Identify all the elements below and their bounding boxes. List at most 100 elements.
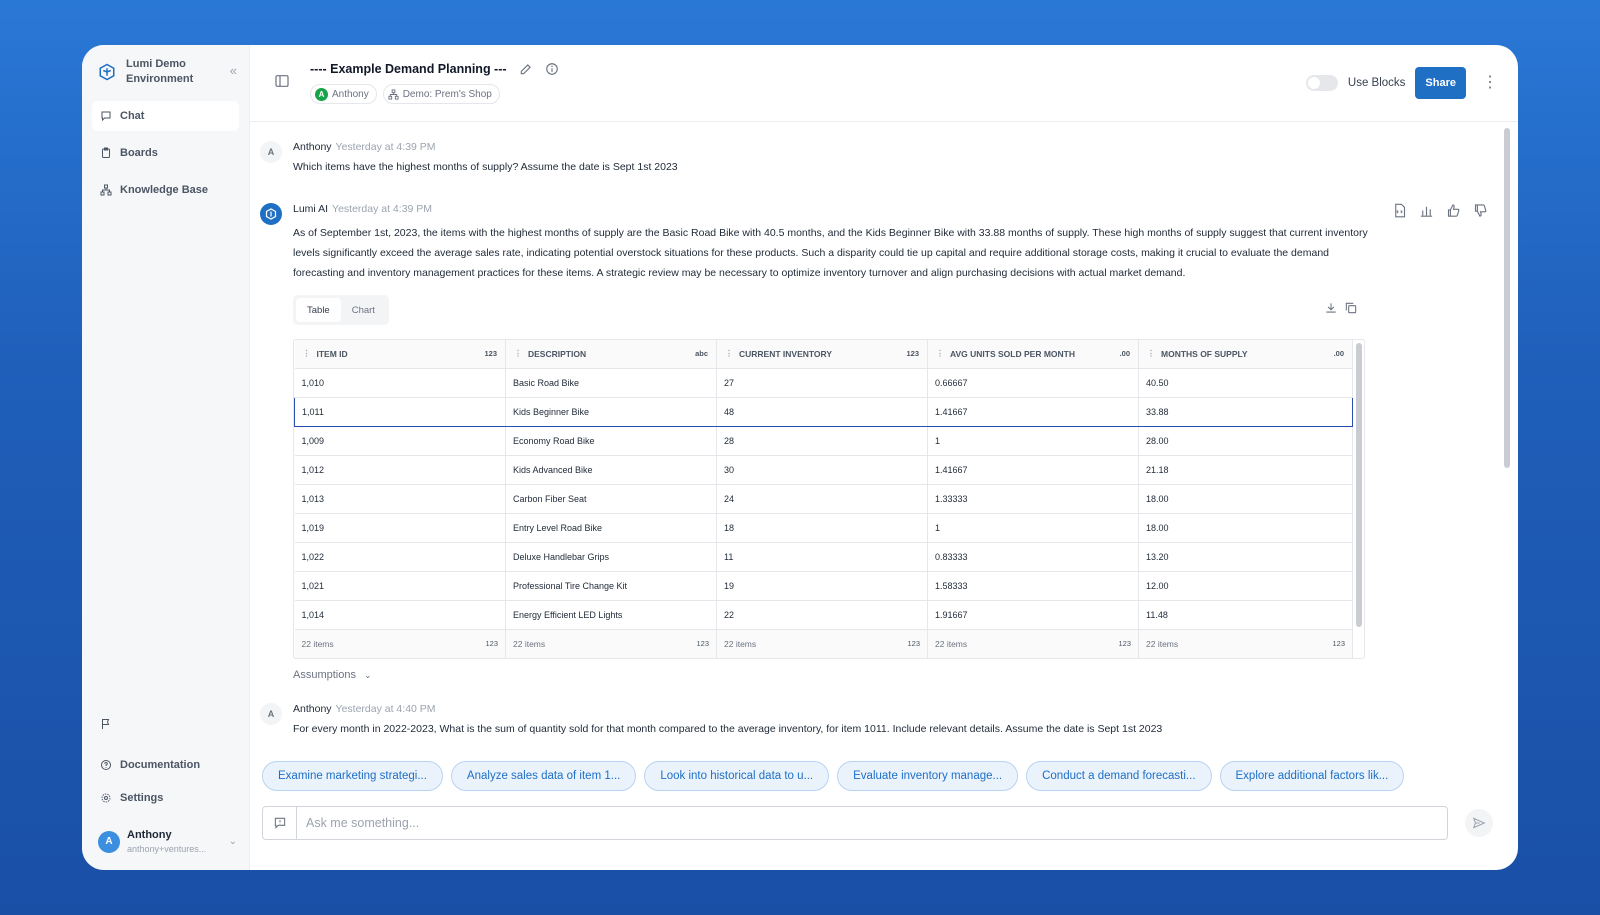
assumptions-toggle[interactable]: Assumptions ⌄ bbox=[293, 669, 1488, 681]
table-row[interactable]: 1,009 Economy Road Bike 28 1 28.00 bbox=[294, 426, 1353, 456]
more-options-icon[interactable]: ⋮ bbox=[1482, 75, 1498, 91]
collapse-sidebar-icon[interactable]: « bbox=[230, 63, 237, 78]
avatar: A bbox=[98, 830, 120, 853]
code-file-icon[interactable] bbox=[1392, 203, 1407, 218]
suggestion-chip[interactable]: Examine marketing strategi... bbox=[262, 761, 443, 791]
hierarchy-icon bbox=[388, 88, 399, 100]
avatar: A bbox=[260, 703, 282, 725]
panel-toggle-icon[interactable] bbox=[274, 73, 290, 94]
prompt-library-icon[interactable] bbox=[263, 807, 297, 839]
table-row[interactable]: 1,012 Kids Advanced Bike 30 1.41667 21.18 bbox=[294, 455, 1353, 485]
title-block: ---- Example Demand Planning --- A Antho… bbox=[310, 62, 559, 104]
send-button[interactable] bbox=[1465, 809, 1493, 837]
suggestion-chip[interactable]: Look into historical data to u... bbox=[644, 761, 830, 791]
message-time: Yesterday at 4:40 PM bbox=[335, 703, 436, 715]
column-header[interactable]: ⋮ ITEM ID 123 bbox=[294, 340, 506, 369]
table-row[interactable]: 1,014 Energy Efficient LED Lights 22 1.9166… bbox=[294, 600, 1353, 630]
page-title: ---- Example Demand Planning --- bbox=[310, 62, 507, 76]
assumptions-label: Assumptions bbox=[293, 669, 356, 681]
lumi-logo-icon bbox=[99, 63, 115, 81]
result-table: ⋮ ITEM ID 123 ⋮ DESCRIPTION abc ⋮ CURRENT INV… bbox=[293, 339, 1365, 659]
table-row[interactable]: 1,019 Entry Level Road Bike 18 1 18.00 bbox=[294, 513, 1353, 543]
user-name: Anthony bbox=[127, 829, 172, 841]
message-author: Anthony bbox=[293, 141, 332, 153]
gear-icon bbox=[101, 793, 111, 803]
thumbs-up-icon[interactable] bbox=[1446, 203, 1461, 218]
send-icon bbox=[1472, 817, 1486, 829]
message-composer bbox=[262, 806, 1448, 840]
bar-chart-icon[interactable] bbox=[1419, 203, 1434, 218]
suggestion-chip[interactable]: Analyze sales data of item 1... bbox=[450, 761, 637, 791]
user-message: A Anthony Yesterday at 4:39 PM Which item… bbox=[260, 141, 1488, 177]
table-row[interactable]: 1,010 Basic Road Bike 27 0.66667 40.50 bbox=[294, 368, 1353, 398]
workspace-tag[interactable]: Demo: Prem's Shop bbox=[382, 84, 500, 104]
thumbs-down-icon[interactable] bbox=[1473, 203, 1488, 218]
message-input[interactable] bbox=[297, 816, 1447, 830]
table-row[interactable]: 1,022 Deluxe Handlebar Grips 11 0.83333 13.2… bbox=[294, 542, 1353, 572]
message-time: Yesterday at 4:39 PM bbox=[335, 141, 436, 153]
table-row[interactable]: 1,013 Carbon Fiber Seat 24 1.33333 18.00 bbox=[294, 484, 1353, 514]
header: ---- Example Demand Planning --- A Antho… bbox=[250, 45, 1518, 122]
result-view-tabs: Table Chart bbox=[293, 295, 389, 325]
suggestion-chip[interactable]: Conduct a demand forecasti... bbox=[1026, 761, 1212, 791]
workspace-name: Demo: Prem's Shop bbox=[402, 88, 492, 100]
tab-table[interactable]: Table bbox=[296, 298, 341, 322]
header-actions: Use Blocks Share ⋮ bbox=[1305, 67, 1498, 99]
sidebar-item-chat[interactable]: Chat bbox=[92, 101, 239, 131]
use-blocks-label: Use Blocks bbox=[1347, 77, 1406, 89]
user-message: A Anthony Yesterday at 4:40 PM For every … bbox=[260, 703, 1488, 739]
hierarchy-icon bbox=[100, 184, 112, 196]
table-tools bbox=[1318, 301, 1488, 315]
message-time: Yesterday at 4:39 PM bbox=[332, 203, 433, 215]
owner-tag[interactable]: A Anthony bbox=[310, 84, 377, 104]
documentation-link[interactable]: Documentation bbox=[82, 753, 249, 777]
use-blocks-toggle[interactable] bbox=[1305, 75, 1338, 91]
chevron-down-icon: ⌄ bbox=[228, 836, 237, 847]
documentation-label: Documentation bbox=[120, 759, 201, 771]
column-header[interactable]: ⋮ DESCRIPTION abc bbox=[505, 340, 717, 369]
suggestion-chip[interactable]: Evaluate inventory manage... bbox=[837, 761, 1019, 791]
sidebar-nav: Chat Boards Knowledge Base bbox=[82, 101, 249, 205]
suggestion-chips: Examine marketing strategi... Analyze sa… bbox=[262, 761, 1412, 791]
feedback-flag-icon[interactable] bbox=[82, 717, 249, 735]
table-scrollbar[interactable] bbox=[1356, 343, 1362, 627]
sidebar-item-label: Chat bbox=[120, 110, 145, 122]
column-header[interactable]: ⋮ CURRENT INVENTORY 123 bbox=[716, 340, 928, 369]
avatar: A bbox=[260, 141, 282, 163]
sidebar-item-boards[interactable]: Boards bbox=[92, 138, 239, 168]
column-header[interactable]: ⋮ AVG UNITS SOLD PER MONTH .00 bbox=[927, 340, 1139, 369]
conversation: A Anthony Yesterday at 4:39 PM Which item… bbox=[250, 123, 1518, 739]
share-button[interactable]: Share bbox=[1415, 67, 1466, 99]
suggestion-chip[interactable]: Explore additional factors lik... bbox=[1219, 761, 1405, 791]
sidebar: Lumi Demo Environment « Chat Boards Know… bbox=[82, 45, 250, 870]
help-circle-icon bbox=[101, 760, 111, 770]
table-footer-row: 22 items 123 22 items 123 22 items 123 22 i… bbox=[294, 629, 1353, 658]
edit-pencil-icon[interactable] bbox=[519, 62, 533, 76]
user-menu[interactable]: A Anthony anthony+ventures... ⌄ bbox=[82, 819, 249, 870]
brand: Lumi Demo Environment « bbox=[82, 45, 249, 101]
lumi-avatar bbox=[260, 203, 282, 225]
info-icon[interactable] bbox=[545, 62, 559, 76]
sidebar-item-label: Boards bbox=[120, 147, 158, 159]
lumi-logo-icon bbox=[265, 208, 277, 220]
sidebar-item-label: Knowledge Base bbox=[120, 184, 209, 196]
chat-tags: A Anthony Demo: Prem's Shop bbox=[310, 84, 559, 104]
owner-name: Anthony bbox=[332, 88, 369, 100]
column-header[interactable]: ⋮ MONTHS OF SUPPLY .00 bbox=[1138, 340, 1353, 369]
message-actions bbox=[1380, 203, 1488, 218]
brand-name: Lumi Demo Environment bbox=[126, 58, 194, 85]
download-icon[interactable] bbox=[1324, 301, 1338, 315]
settings-link[interactable]: Settings bbox=[82, 786, 249, 810]
message-author: Anthony bbox=[293, 703, 332, 715]
copy-icon[interactable] bbox=[1344, 301, 1358, 315]
table-row-selected[interactable]: 1,011 Kids Beginner Bike 48 1.41667 33.88 bbox=[294, 396, 1353, 427]
conversation-scrollbar[interactable] bbox=[1504, 128, 1510, 468]
table-header-row: ⋮ ITEM ID 123 ⋮ DESCRIPTION abc ⋮ CURRENT INV… bbox=[294, 340, 1353, 369]
ai-message: Lumi AI Yesterday at 4:39 PM As of Septem… bbox=[260, 203, 1488, 681]
main-panel: ---- Example Demand Planning --- A Antho… bbox=[250, 45, 1518, 870]
message-text: Which items have the highest months of s… bbox=[293, 161, 678, 173]
owner-avatar: A bbox=[315, 87, 328, 101]
tab-chart[interactable]: Chart bbox=[341, 298, 386, 322]
sidebar-item-knowledge-base[interactable]: Knowledge Base bbox=[92, 175, 239, 205]
table-row[interactable]: 1,021 Professional Tire Change Kit 19 1.583… bbox=[294, 571, 1353, 601]
